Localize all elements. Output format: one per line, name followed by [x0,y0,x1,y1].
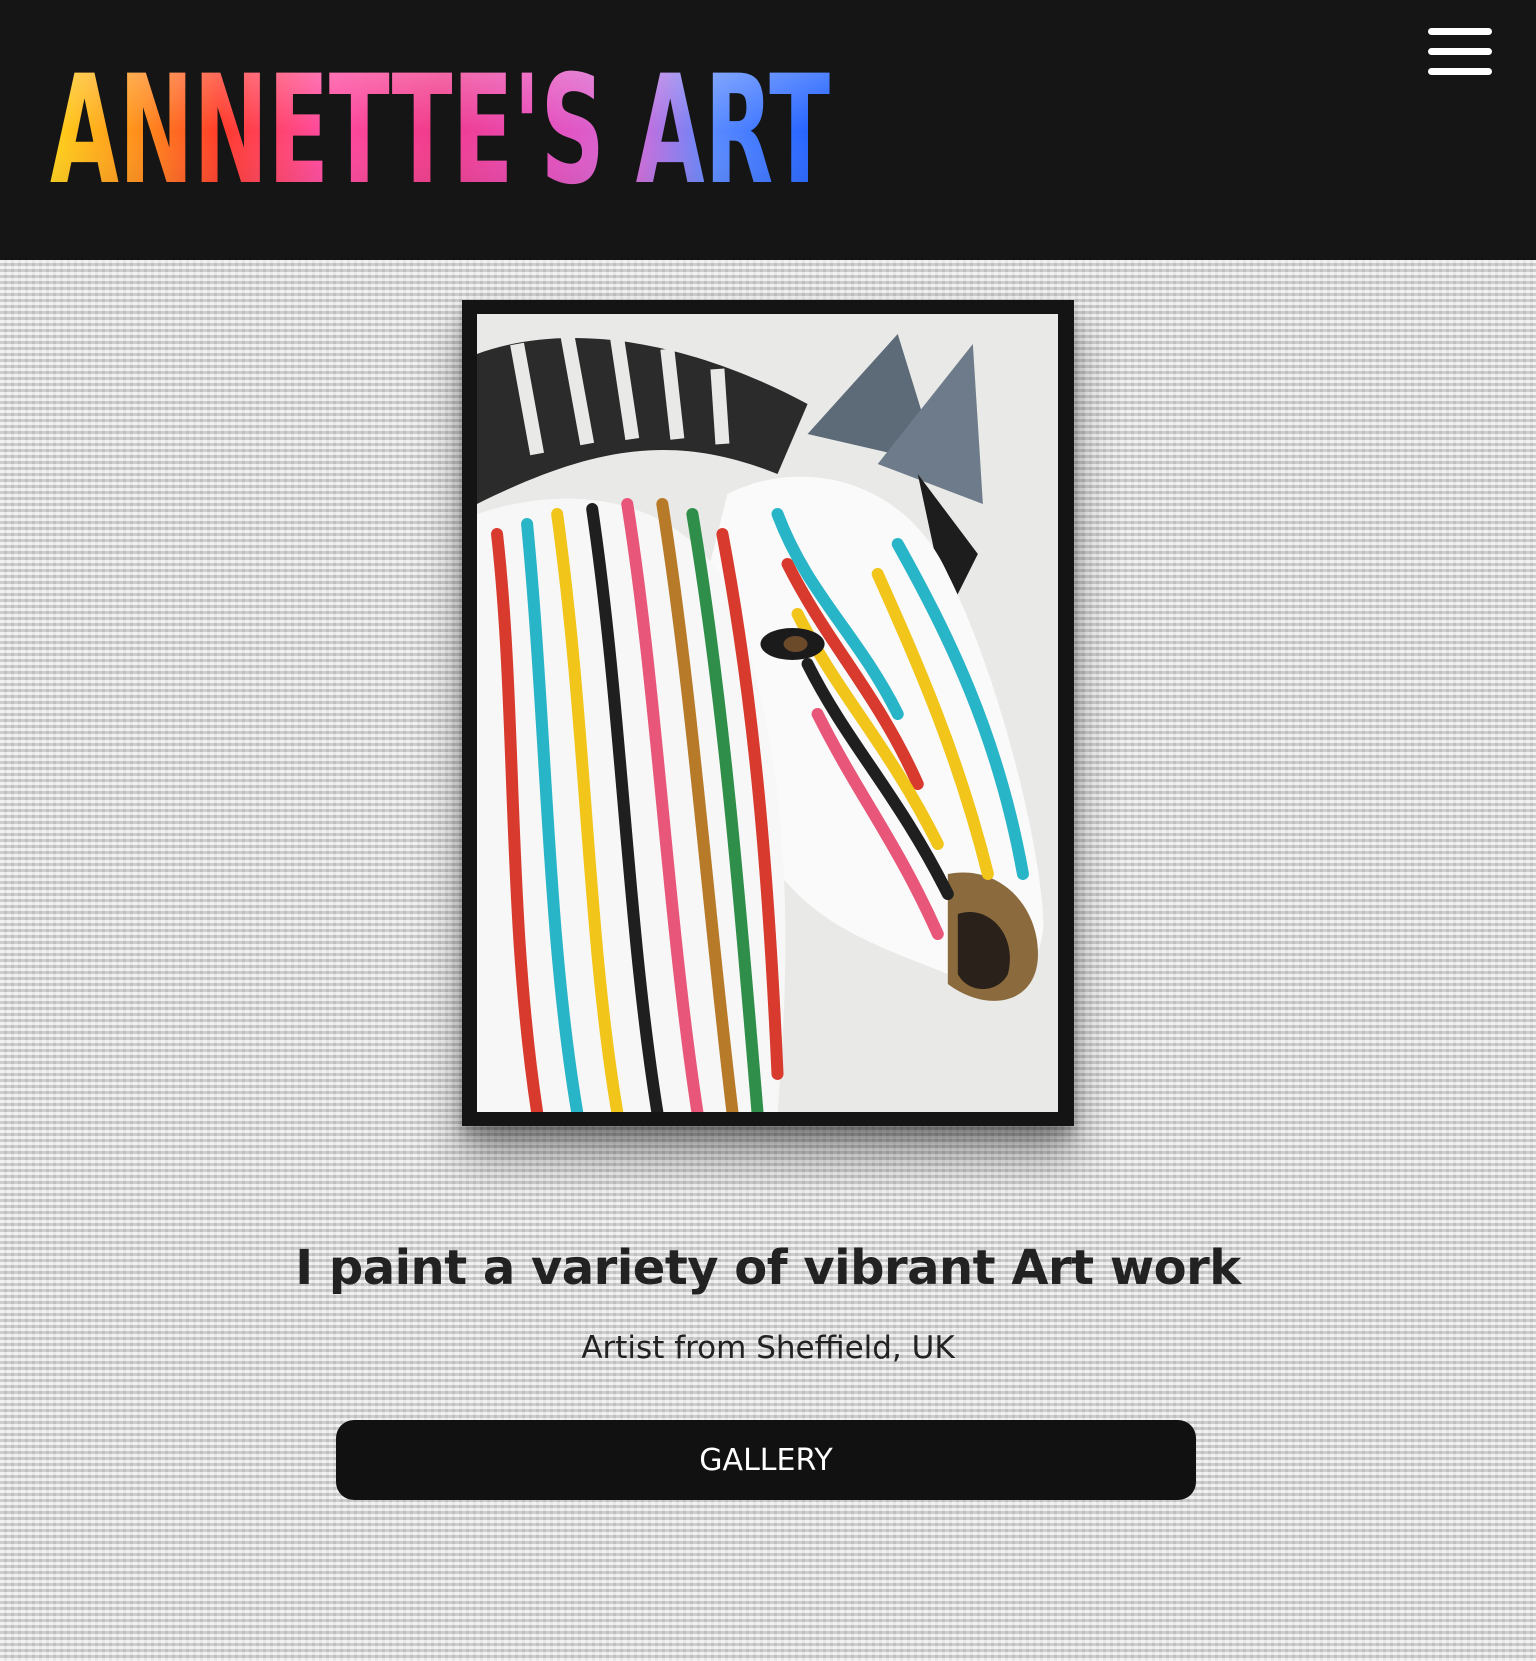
menu-bar [1428,48,1492,55]
hamburger-menu-icon[interactable] [1428,26,1496,82]
featured-painting-frame[interactable] [462,300,1074,1126]
zebra-painting-image [477,314,1058,1112]
menu-bar [1428,68,1492,75]
svg-text:ANNETTE'S ART: ANNETTE'S ART [50,52,830,192]
site-header: ANNETTE'S ART ANNETTE'S ART [0,0,1536,260]
hero-headline: I paint a variety of vibrant Art work [295,1240,1241,1296]
gallery-button[interactable]: GALLERY [336,1420,1196,1500]
site-logo[interactable]: ANNETTE'S ART ANNETTE'S ART [50,52,830,192]
hero-subline: Artist from Sheffield, UK [581,1330,955,1366]
menu-bar [1428,28,1492,35]
